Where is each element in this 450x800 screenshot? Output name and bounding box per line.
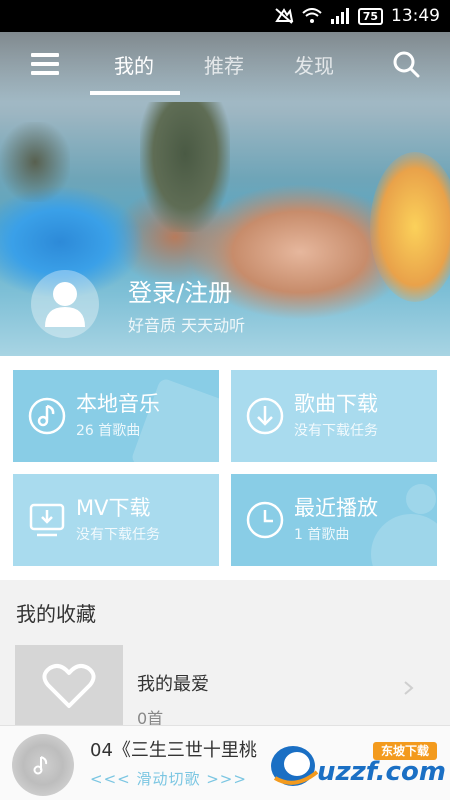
- feature-tiles: 本地音乐 26 首歌曲 歌曲下载 没有下载任务 MV下载 没有下载任务 最近播放…: [0, 356, 450, 580]
- list-item[interactable]: 我的最爱 0首: [15, 645, 435, 728]
- tile-desc: 没有下载任务: [76, 527, 160, 543]
- play-disc[interactable]: [12, 734, 74, 796]
- tab-recommend[interactable]: 推荐: [204, 50, 244, 79]
- mv-download-icon: [29, 503, 65, 537]
- music-note-icon: [28, 397, 66, 435]
- tile-title: MV下载: [76, 496, 151, 520]
- svg-text:uzzf.com: uzzf.com: [317, 757, 445, 787]
- tab-discover[interactable]: 发现: [294, 50, 334, 79]
- tile-desc: 没有下载任务: [294, 423, 378, 439]
- top-nav: 我的 推荐 发现: [0, 32, 450, 96]
- tile-recent-play[interactable]: 最近播放 1 首歌曲: [231, 474, 437, 566]
- search-icon[interactable]: [392, 50, 420, 78]
- clock: 13:49: [391, 6, 440, 26]
- tile-title: 最近播放: [294, 496, 378, 520]
- tile-title: 本地音乐: [76, 392, 160, 416]
- login-register-link[interactable]: 登录/注册: [128, 273, 232, 308]
- favorites-section-title: 我的收藏: [16, 602, 96, 626]
- tile-desc: 26 首歌曲: [76, 423, 141, 439]
- slogan: 好音质 天天动听: [128, 316, 246, 335]
- playlist-cover: [15, 645, 123, 727]
- clock-icon: [246, 501, 284, 539]
- status-bar: 75 13:49: [0, 0, 450, 32]
- avatar[interactable]: [31, 270, 99, 338]
- now-playing-title: 04《三生三世十里桃: [90, 740, 257, 761]
- chevron-right-icon: [404, 681, 414, 695]
- hero-tree: [140, 102, 230, 232]
- hero-tree: [0, 122, 70, 202]
- download-icon: [246, 397, 284, 435]
- menu-icon[interactable]: [31, 53, 59, 75]
- svg-text:东坡下载: 东坡下载: [381, 743, 429, 758]
- watermark-logo: 东坡下载 uzzf.com: [265, 738, 446, 790]
- tile-song-download[interactable]: 歌曲下载 没有下载任务: [231, 370, 437, 462]
- tile-mv-download[interactable]: MV下载 没有下载任务: [13, 474, 219, 566]
- playlist-name: 我的最爱: [137, 674, 209, 695]
- music-note-icon: [33, 756, 48, 775]
- tile-desc: 1 首歌曲: [294, 527, 350, 543]
- heart-icon: [42, 663, 96, 708]
- hero-float-ring: [370, 152, 450, 302]
- wifi-icon: [302, 8, 322, 24]
- battery-indicator: 75: [357, 7, 383, 25]
- active-tab-indicator: [90, 91, 180, 95]
- tile-title: 歌曲下载: [294, 392, 378, 416]
- tab-mine[interactable]: 我的: [114, 50, 154, 79]
- user-icon: [45, 282, 85, 327]
- signal-icon: [330, 8, 350, 24]
- tile-local-music[interactable]: 本地音乐 26 首歌曲: [13, 370, 219, 462]
- mute-icon: [274, 7, 294, 25]
- swipe-hint[interactable]: <<< 滑动切歌 >>>: [90, 768, 247, 789]
